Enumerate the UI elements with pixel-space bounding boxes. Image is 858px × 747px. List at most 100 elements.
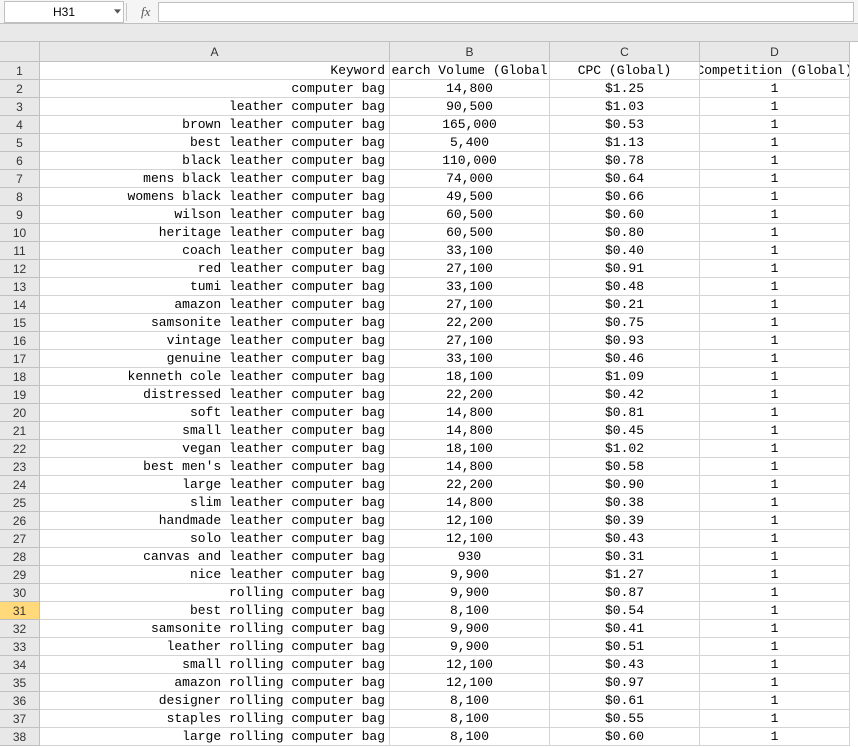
cell[interactable]: samsonite rolling computer bag: [40, 620, 390, 638]
row-header[interactable]: 33: [0, 638, 40, 656]
cell[interactable]: $0.38: [550, 494, 700, 512]
row-header[interactable]: 28: [0, 548, 40, 566]
cell[interactable]: 14,800: [390, 404, 550, 422]
cell[interactable]: 1: [700, 512, 850, 530]
cell[interactable]: 33,100: [390, 350, 550, 368]
cell[interactable]: 14,800: [390, 458, 550, 476]
cell[interactable]: tumi leather computer bag: [40, 278, 390, 296]
cell[interactable]: $0.45: [550, 422, 700, 440]
cell[interactable]: $0.58: [550, 458, 700, 476]
cell[interactable]: $0.87: [550, 584, 700, 602]
cell[interactable]: 49,500: [390, 188, 550, 206]
cell[interactable]: $0.75: [550, 314, 700, 332]
cell[interactable]: canvas and leather computer bag: [40, 548, 390, 566]
cell[interactable]: distressed leather computer bag: [40, 386, 390, 404]
chevron-down-icon[interactable]: [114, 7, 121, 17]
cell[interactable]: 8,100: [390, 710, 550, 728]
fx-icon[interactable]: fx: [141, 4, 150, 20]
cell[interactable]: CPC (Global): [550, 62, 700, 80]
row-header[interactable]: 23: [0, 458, 40, 476]
cell[interactable]: 9,900: [390, 584, 550, 602]
cell[interactable]: solo leather computer bag: [40, 530, 390, 548]
row-header[interactable]: 9: [0, 206, 40, 224]
cell[interactable]: handmade leather computer bag: [40, 512, 390, 530]
cell[interactable]: 930: [390, 548, 550, 566]
row-header[interactable]: 7: [0, 170, 40, 188]
cell[interactable]: 1: [700, 674, 850, 692]
row-header[interactable]: 26: [0, 512, 40, 530]
cell[interactable]: 1: [700, 710, 850, 728]
cell[interactable]: 9,900: [390, 566, 550, 584]
row-header[interactable]: 6: [0, 152, 40, 170]
cell[interactable]: 1: [700, 368, 850, 386]
cell[interactable]: 1: [700, 566, 850, 584]
cell[interactable]: $0.97: [550, 674, 700, 692]
row-header[interactable]: 36: [0, 692, 40, 710]
cell[interactable]: 33,100: [390, 242, 550, 260]
cell[interactable]: 74,000: [390, 170, 550, 188]
cell[interactable]: small rolling computer bag: [40, 656, 390, 674]
cell[interactable]: $1.09: [550, 368, 700, 386]
row-header[interactable]: 15: [0, 314, 40, 332]
cell[interactable]: red leather computer bag: [40, 260, 390, 278]
cell[interactable]: 1: [700, 422, 850, 440]
cell[interactable]: large leather computer bag: [40, 476, 390, 494]
row-header[interactable]: 4: [0, 116, 40, 134]
cell[interactable]: 8,100: [390, 728, 550, 746]
cell[interactable]: slim leather computer bag: [40, 494, 390, 512]
cell[interactable]: leather computer bag: [40, 98, 390, 116]
cell[interactable]: 8,100: [390, 692, 550, 710]
cell[interactable]: small leather computer bag: [40, 422, 390, 440]
cell[interactable]: $0.55: [550, 710, 700, 728]
cell[interactable]: 60,500: [390, 224, 550, 242]
cell[interactable]: earch Volume (Global: [390, 62, 550, 80]
cell[interactable]: 1: [700, 116, 850, 134]
cell[interactable]: kenneth cole leather computer bag: [40, 368, 390, 386]
formula-input[interactable]: [158, 2, 854, 22]
cell[interactable]: $0.40: [550, 242, 700, 260]
cell[interactable]: genuine leather computer bag: [40, 350, 390, 368]
cell[interactable]: amazon rolling computer bag: [40, 674, 390, 692]
cell[interactable]: $0.54: [550, 602, 700, 620]
cell[interactable]: 14,800: [390, 80, 550, 98]
row-header[interactable]: 25: [0, 494, 40, 512]
cell[interactable]: $1.03: [550, 98, 700, 116]
row-header[interactable]: 3: [0, 98, 40, 116]
cell[interactable]: 9,900: [390, 638, 550, 656]
cell[interactable]: $0.43: [550, 656, 700, 674]
cell[interactable]: 110,000: [390, 152, 550, 170]
cell[interactable]: $0.41: [550, 620, 700, 638]
column-header-a[interactable]: A: [40, 42, 390, 62]
cell[interactable]: staples rolling computer bag: [40, 710, 390, 728]
row-header[interactable]: 29: [0, 566, 40, 584]
row-header[interactable]: 11: [0, 242, 40, 260]
cell[interactable]: 1: [700, 260, 850, 278]
cell[interactable]: 1: [700, 656, 850, 674]
cell[interactable]: 18,100: [390, 440, 550, 458]
cell[interactable]: $0.39: [550, 512, 700, 530]
cell[interactable]: vintage leather computer bag: [40, 332, 390, 350]
cell[interactable]: 1: [700, 404, 850, 422]
cell[interactable]: 1: [700, 728, 850, 746]
cell[interactable]: 12,100: [390, 512, 550, 530]
cell[interactable]: 12,100: [390, 530, 550, 548]
cell[interactable]: 1: [700, 134, 850, 152]
cell[interactable]: 1: [700, 620, 850, 638]
cell[interactable]: 8,100: [390, 602, 550, 620]
cell[interactable]: coach leather computer bag: [40, 242, 390, 260]
cell[interactable]: 1: [700, 440, 850, 458]
cell[interactable]: 27,100: [390, 296, 550, 314]
cell[interactable]: 1: [700, 278, 850, 296]
cell[interactable]: $0.60: [550, 206, 700, 224]
cell[interactable]: $1.27: [550, 566, 700, 584]
cell[interactable]: soft leather computer bag: [40, 404, 390, 422]
cell[interactable]: 1: [700, 494, 850, 512]
column-header-c[interactable]: C: [550, 42, 700, 62]
cell[interactable]: 1: [700, 458, 850, 476]
cell[interactable]: 22,200: [390, 476, 550, 494]
cell[interactable]: 12,100: [390, 656, 550, 674]
cell[interactable]: 1: [700, 80, 850, 98]
cell[interactable]: 33,100: [390, 278, 550, 296]
row-header[interactable]: 38: [0, 728, 40, 746]
cell[interactable]: 1: [700, 314, 850, 332]
